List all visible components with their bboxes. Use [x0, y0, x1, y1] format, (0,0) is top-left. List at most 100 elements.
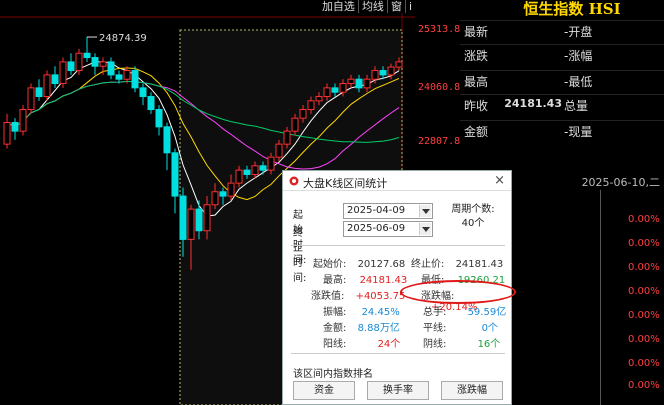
quote-row-amount: 金额 -现量	[460, 120, 664, 140]
candle-body	[131, 70, 139, 89]
candle-body	[35, 87, 43, 98]
stat-label: 最高:	[323, 275, 347, 286]
candle-body	[211, 191, 219, 206]
percent-grid: 0.00% 0.00% 0.00% 0.00% 0.00% 0.00% 0.00…	[600, 190, 664, 405]
period-count: 周期个数: 40个	[445, 203, 501, 231]
candle-body	[195, 208, 203, 232]
price-axis-top: 25313.84	[418, 24, 467, 35]
candle-body	[67, 61, 75, 72]
candle-body	[307, 100, 315, 111]
quote-row-change: 涨跌 -涨幅	[460, 44, 664, 64]
candle-body	[11, 122, 19, 132]
stat-change: 涨跌值: +4053.75	[311, 287, 405, 302]
stat-label: 终止价:	[411, 259, 445, 270]
stat-value: 24.45%	[361, 307, 400, 318]
candle-body	[99, 61, 107, 67]
stat-label: 金额:	[323, 323, 347, 334]
candle-body	[203, 204, 211, 232]
quote-label-2: 现量	[568, 125, 593, 139]
quote-label: 最高	[464, 75, 489, 89]
candle-body	[171, 152, 179, 197]
candle-body	[299, 109, 307, 119]
candle-body	[123, 70, 131, 80]
quote-label: -涨幅	[564, 47, 592, 64]
stat-value: 24181.43	[359, 275, 408, 286]
rank-title: 该区间内指数排名	[293, 369, 373, 380]
end-date-label: 终止时间:	[293, 228, 307, 284]
stat-value: 16个	[477, 339, 501, 350]
candle-body	[339, 83, 347, 93]
quote-label: 最新	[464, 25, 489, 39]
stat-amount: 金额: 8.88万亿	[323, 319, 400, 334]
divider	[291, 245, 505, 246]
candle-body	[91, 57, 99, 67]
add-favorite-button[interactable]: 加自选	[318, 0, 358, 13]
candle-body	[187, 208, 195, 240]
quote-panel: 恒生指数 HSI 最新 -开盘 涨跌 -涨幅 最高 -最低 昨收 24181.4…	[460, 0, 664, 170]
candle-body	[243, 169, 251, 175]
candle-body	[147, 96, 155, 111]
percent-label: 0.00%	[628, 214, 660, 225]
percent-label: 0.00%	[628, 286, 660, 297]
app-icon	[289, 176, 299, 186]
price-axis-low: 22807.81	[418, 136, 467, 147]
stat-value: +4053.75	[355, 291, 406, 302]
candle-body	[259, 165, 267, 171]
candle-body	[363, 78, 371, 89]
peak-label: 24874.39	[99, 33, 147, 44]
chevron-down-icon[interactable]	[419, 223, 431, 235]
quote-row-prev-close: 昨收 24181.43 总量	[460, 94, 664, 114]
end-date-picker[interactable]: 2025-06-09	[343, 221, 433, 237]
candle-body	[387, 66, 395, 76]
candle-body	[3, 122, 11, 145]
candle-body	[59, 61, 67, 85]
stat-value: 24个	[377, 339, 401, 350]
percent-label: 0.00%	[628, 334, 660, 345]
rank-by-turnover-button[interactable]: 换手率	[367, 381, 429, 400]
rank-by-fund-button[interactable]: 资金	[293, 381, 355, 400]
close-icon[interactable]: ×	[494, 173, 505, 188]
window-button[interactable]: 窗	[386, 0, 405, 13]
stat-value: 8.88万亿	[357, 323, 400, 334]
candle-body	[75, 52, 83, 72]
candle-body	[315, 96, 323, 102]
quote-label: 金额	[464, 125, 489, 139]
candle-body	[179, 195, 187, 240]
candle-body	[227, 182, 235, 197]
stat-label: 涨跌值:	[311, 291, 345, 302]
rank-by-change-button[interactable]: 涨跌幅	[441, 381, 503, 400]
candle-body	[83, 52, 91, 59]
prev-close-value: 24181.43	[504, 97, 562, 110]
dialog-titlebar[interactable]: 大盘K线区间统计 ×	[283, 171, 511, 191]
quote-label-2: 开盘	[568, 25, 593, 39]
chevron-down-icon[interactable]	[419, 205, 431, 217]
quote-label-2: 最低	[568, 75, 593, 89]
stat-value: 20127.68	[357, 259, 406, 270]
highlight-ellipse	[400, 280, 516, 304]
candle-body	[235, 169, 243, 184]
index-title: 恒生指数 HSI	[523, 0, 621, 18]
cursor-date: 2025-06-10,二	[510, 172, 664, 190]
candle-body	[19, 109, 27, 132]
stat-label: 平线:	[423, 323, 447, 334]
stat-amplitude: 振幅: 24.45%	[323, 303, 400, 318]
candle-body	[251, 165, 259, 175]
candle-body	[43, 74, 51, 98]
candle-body	[379, 70, 387, 76]
divider	[291, 353, 505, 354]
candle-body	[371, 70, 379, 80]
quote-label: -现量	[564, 123, 592, 140]
grid-line	[600, 190, 601, 405]
dialog-title: 大盘K线区间统计	[303, 177, 388, 190]
candle-body	[107, 61, 115, 76]
quote-label: -最低	[564, 73, 592, 90]
start-date-picker[interactable]: 2025-04-09	[343, 203, 433, 219]
ma-button[interactable]: 均线	[357, 0, 387, 13]
percent-label: 0.00%	[628, 310, 660, 321]
candle-body	[155, 109, 163, 128]
window-more-button[interactable]: i	[404, 0, 415, 13]
percent-label: 0.00%	[628, 380, 660, 391]
candle-body	[323, 87, 331, 98]
period-value: 40个	[461, 218, 485, 229]
candle-body	[355, 78, 363, 89]
